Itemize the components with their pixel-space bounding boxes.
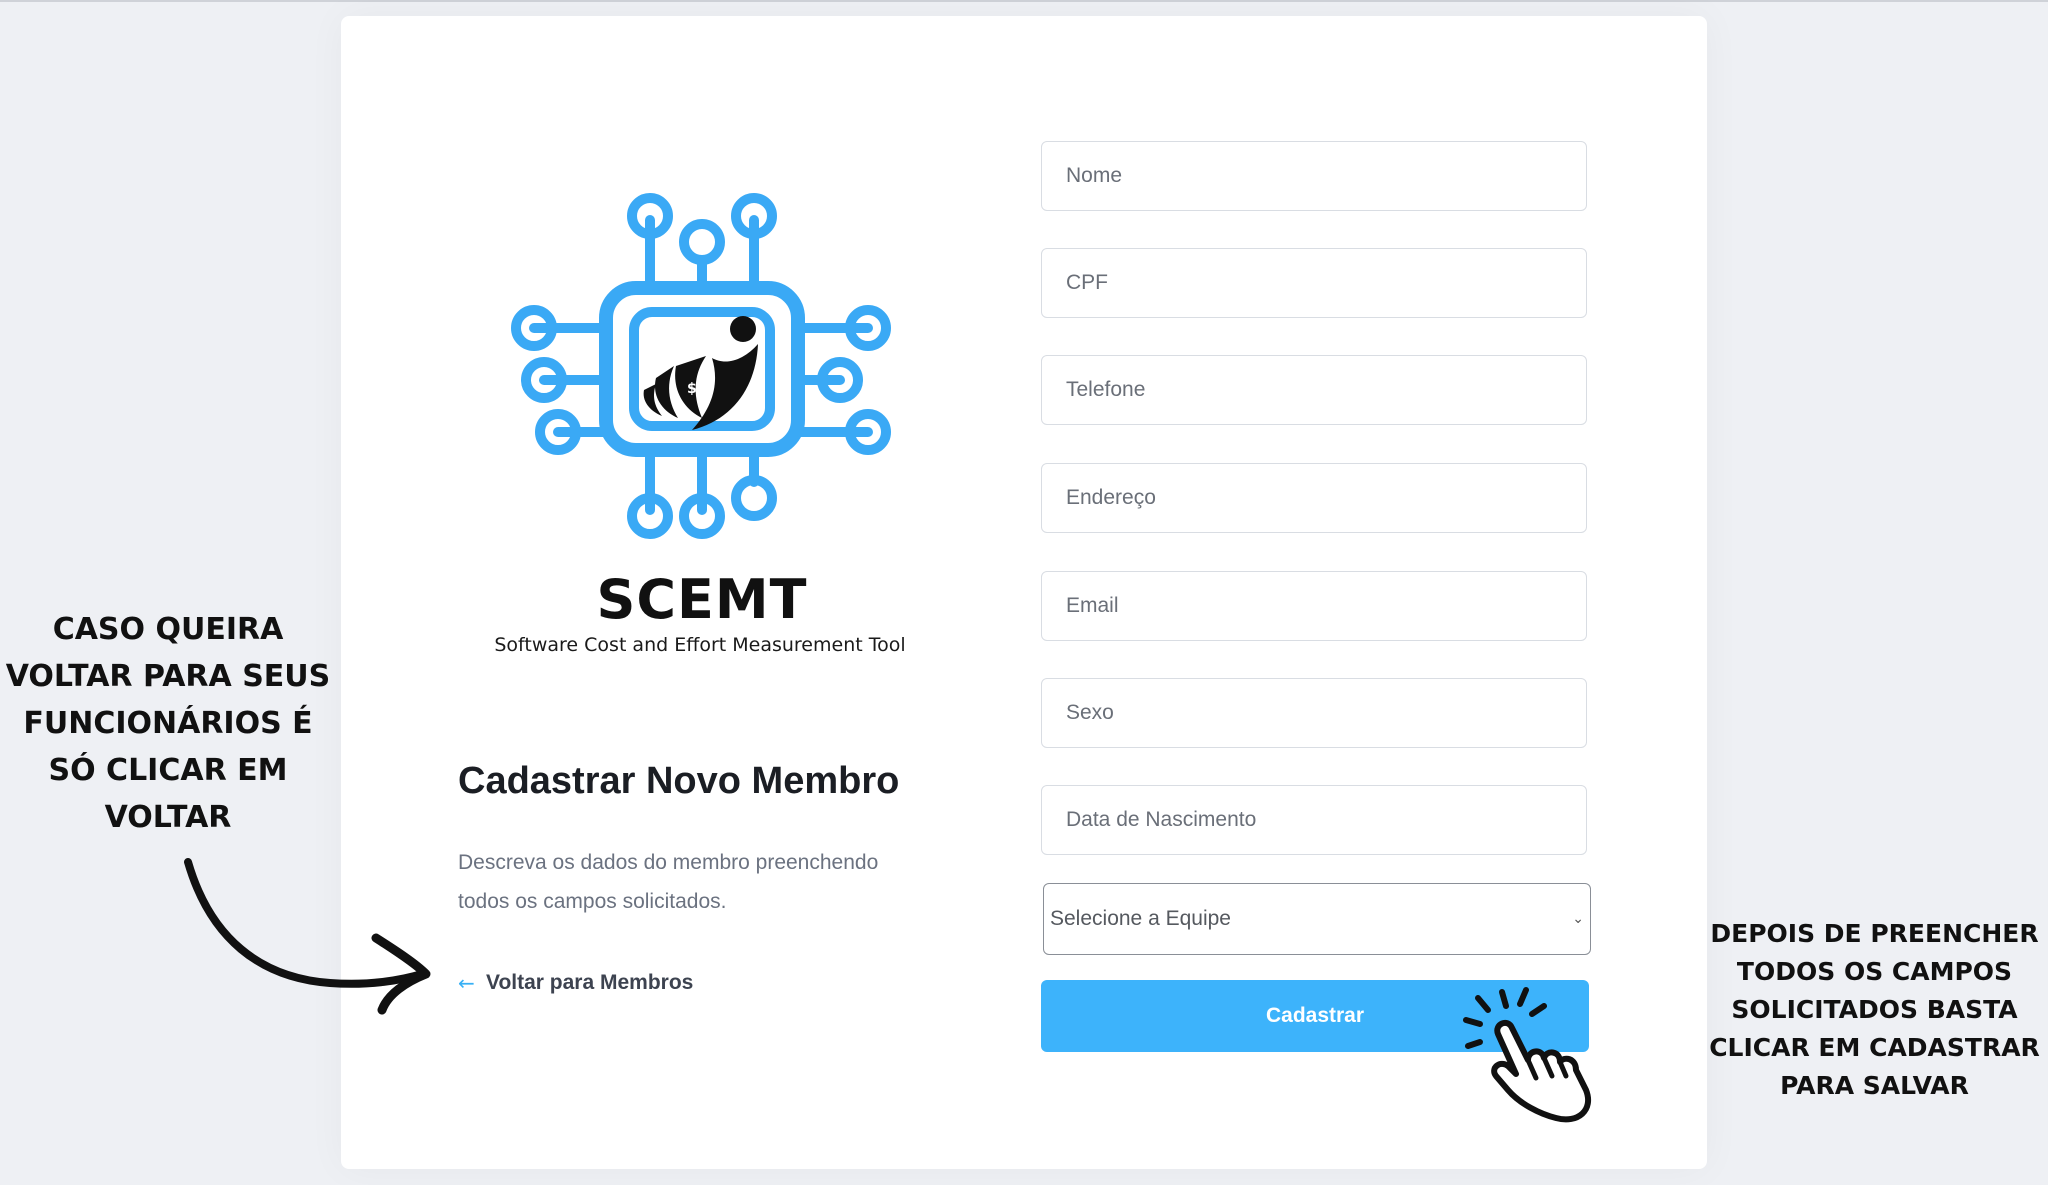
- brand-tagline: Software Cost and Effort Measurement Too…: [494, 634, 906, 656]
- endereco-input[interactable]: [1041, 463, 1587, 533]
- telefone-input[interactable]: [1041, 355, 1587, 425]
- team-select[interactable]: Selecione a Equipe ⌄: [1043, 883, 1591, 955]
- nome-input[interactable]: [1041, 141, 1587, 211]
- page-description: Descreva os dados do membro preenchendo …: [458, 851, 879, 913]
- brand-name: SCEMT: [596, 568, 808, 631]
- pointing-hand-click-icon: [1463, 987, 1591, 1123]
- arrow-left-icon: ←: [458, 971, 475, 995]
- cpf-input[interactable]: [1041, 248, 1587, 318]
- scemt-logo-icon: $: [511, 193, 891, 539]
- page-title: Cadastrar Novo Membro: [458, 760, 900, 802]
- annotation-back-hint: Caso queira voltar para seus funcionário…: [5, 612, 331, 835]
- data-nascimento-input[interactable]: [1041, 785, 1587, 855]
- chevron-down-icon: ⌄: [1572, 911, 1584, 927]
- email-input[interactable]: [1041, 571, 1587, 641]
- back-link-label: Voltar para Membros: [486, 971, 694, 994]
- back-to-members-link[interactable]: ← Voltar para Membros: [458, 968, 693, 998]
- team-select-value: Selecione a Equipe: [1050, 907, 1231, 930]
- svg-text:$: $: [687, 381, 697, 397]
- top-border: [0, 0, 2048, 2]
- annotation-submit-hint: Depois de preencher todos os campos soli…: [1709, 919, 2040, 1100]
- sexo-input[interactable]: [1041, 678, 1587, 748]
- curved-arrow-icon: [184, 858, 431, 1015]
